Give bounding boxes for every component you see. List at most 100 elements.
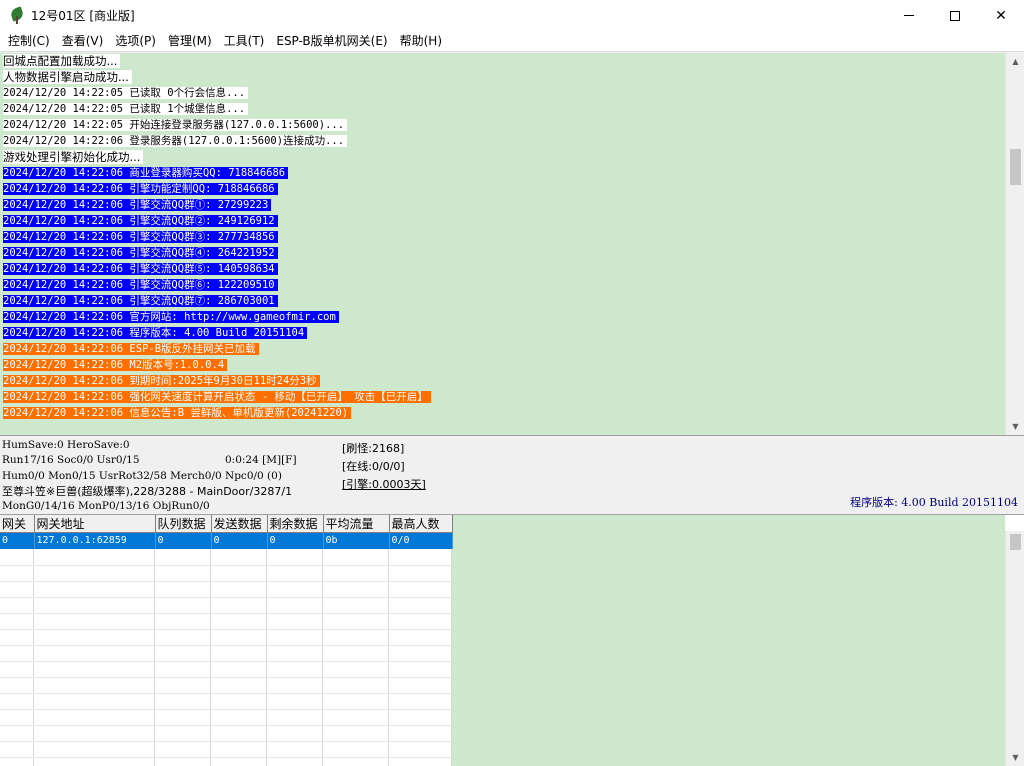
log-line-text: 2024/12/20 14:22:06 引擎功能定制QQ: 718846686: [3, 183, 278, 195]
log-line: 游戏处理引擎初始化成功...: [0, 149, 1005, 165]
col-header-sent[interactable]: 发送数据: [211, 515, 268, 533]
log-line: 2024/12/20 14:22:06 到期时间:2025年9月30日11时24…: [0, 373, 1005, 389]
grid-row-line: [0, 613, 452, 614]
maximize-button[interactable]: [932, 0, 978, 31]
grid-row-line: [0, 741, 452, 742]
col-header-max-users[interactable]: 最高人数: [389, 515, 453, 533]
log-line-text: 2024/12/20 14:22:06 引擎交流QQ群⑦: 286703001: [3, 295, 278, 307]
tree-leaf-icon: [9, 5, 25, 24]
gateway-grid[interactable]: 网关 网关地址 队列数据 发送数据 剩余数据 平均流量 最高人数 0 127.0…: [0, 515, 1005, 766]
scroll-down-icon[interactable]: ▼: [1006, 749, 1024, 766]
status-save: HumSave:0 HeroSave:0: [2, 439, 130, 451]
log-line: 2024/12/20 14:22:06 官方网站: http://www.gam…: [0, 309, 1005, 325]
menu-options[interactable]: 选项(P): [109, 31, 162, 51]
log-line-text: 2024/12/20 14:22:06 官方网站: http://www.gam…: [3, 311, 339, 323]
grid-row-line: [0, 661, 452, 662]
menu-help[interactable]: 帮助(H): [394, 31, 448, 51]
close-icon: ✕: [995, 7, 1007, 24]
log-line-text: 2024/12/20 14:22:06 引擎交流QQ群⑤: 140598634: [3, 263, 278, 275]
minimize-icon: [904, 15, 914, 16]
log-pane[interactable]: 回城点配置加载成功... 人物数据引擎启动成功... 2024/12/20 14:2…: [0, 53, 1005, 435]
log-line: 2024/12/20 14:22:06 引擎交流QQ群③: 277734856: [0, 229, 1005, 245]
menu-manage[interactable]: 管理(M): [162, 31, 218, 51]
grid-row-line: [0, 645, 452, 646]
grid-row-line: [0, 629, 452, 630]
maximize-icon: [950, 10, 960, 21]
grid-row-line: [0, 677, 452, 678]
log-scroll-thumb[interactable]: [1010, 149, 1021, 185]
log-line: 2024/12/20 14:22:06 强化网关速度计算开启状态 - 移动【已开…: [0, 389, 1005, 405]
log-line: 2024/12/20 14:22:06 引擎交流QQ群①: 27299223: [0, 197, 1005, 213]
log-line-text: 2024/12/20 14:22:05 已读取 0个行会信息...: [3, 87, 249, 99]
log-line-text: 2024/12/20 14:22:06 强化网关速度计算开启状态 - 移动【已开…: [3, 391, 431, 403]
status-monsters: MonG0/14/16 MonP0/13/16 ObjRun0/0: [2, 500, 210, 512]
grid-row-line: [0, 565, 452, 566]
log-line-text: 2024/12/20 14:22:06 引擎交流QQ群①: 27299223: [3, 199, 272, 211]
log-line-text: 回城点配置加载成功...: [3, 54, 121, 68]
col-header-avg-traffic[interactable]: 平均流量: [323, 515, 390, 533]
log-line: 2024/12/20 14:22:06 引擎交流QQ群④: 264221952: [0, 245, 1005, 261]
log-line-text: 2024/12/20 14:22:06 引擎交流QQ群⑥: 122209510: [3, 279, 278, 291]
scroll-up-icon[interactable]: ▲: [1006, 53, 1024, 70]
log-line: 2024/12/20 14:22:06 登录服务器(127.0.0.1:5600…: [0, 133, 1005, 149]
menu-view[interactable]: 查看(V): [56, 31, 110, 51]
log-line-text: 人物数据引擎启动成功...: [3, 70, 132, 84]
status-refresh-monsters: [刷怪:2168]: [342, 442, 405, 455]
cell-sent: 0: [211, 532, 268, 549]
status-online: [在线:0/0/0]: [342, 460, 405, 473]
minimize-button[interactable]: [886, 0, 932, 31]
menu-esp-gateway[interactable]: ESP-B版单机网关(E): [270, 31, 393, 51]
log-line: 人物数据引擎启动成功...: [0, 69, 1005, 85]
log-line: 回城点配置加载成功...: [0, 53, 1005, 69]
log-line: 2024/12/20 14:22:06 商业登录器购买QQ: 718846686: [0, 165, 1005, 181]
log-line: 2024/12/20 14:22:06 引擎功能定制QQ: 718846686: [0, 181, 1005, 197]
log-line: 2024/12/20 14:22:05 开始连接登录服务器(127.0.0.1:…: [0, 117, 1005, 133]
window-title: 12号01区 [商业版]: [31, 9, 135, 23]
cell-queue: 0: [155, 532, 212, 549]
col-header-remaining[interactable]: 剩余数据: [267, 515, 324, 533]
log-line-text: 2024/12/20 14:22:06 信息公告:B 尝鲜版、单机版更新(202…: [3, 407, 352, 419]
status-counters: Hum0/0 Mon0/15 UsrRot32/58 Merch0/0 Npc0…: [2, 470, 282, 482]
status-pane: HumSave:0 HeroSave:0 Run17/16 Soc0/0 Usr…: [0, 435, 1024, 515]
cell-max-users: 0/0: [389, 532, 453, 549]
grid-row-line: [0, 581, 452, 582]
status-engine[interactable]: [引擎:0.0003天]: [342, 477, 426, 492]
grid-row-line: [0, 725, 452, 726]
scroll-down-icon[interactable]: ▼: [1006, 418, 1024, 435]
log-line: 2024/12/20 14:22:06 信息公告:B 尝鲜版、单机版更新(202…: [0, 405, 1005, 421]
gateway-table: 网关 网关地址 队列数据 发送数据 剩余数据 平均流量 最高人数 0 127.0…: [0, 515, 453, 549]
log-line: 2024/12/20 14:22:06 引擎交流QQ群②: 249126912: [0, 213, 1005, 229]
log-line-text: 游戏处理引擎初始化成功...: [3, 150, 144, 164]
log-line-text: 2024/12/20 14:22:06 ESP-B版反外挂网关已加载: [3, 343, 259, 355]
log-line: 2024/12/20 14:22:06 引擎交流QQ群⑦: 286703001: [0, 293, 1005, 309]
grid-scrollbar[interactable]: ▲ ▼: [1005, 531, 1024, 766]
log-scrollbar[interactable]: ▲ ▼: [1005, 53, 1024, 435]
cell-address: 127.0.0.1:62859: [34, 532, 156, 549]
col-header-queue[interactable]: 队列数据: [155, 515, 212, 533]
title-bar[interactable]: 12号01区 [商业版] ✕: [0, 0, 1024, 31]
log-line-text: 2024/12/20 14:22:06 到期时间:2025年9月30日11时24…: [3, 375, 320, 387]
version-label: 程序版本: 4.00 Build 20151104: [850, 496, 1018, 509]
grid-row-line: [0, 597, 452, 598]
log-line-text: 2024/12/20 14:22:06 引擎交流QQ群②: 249126912: [3, 215, 278, 227]
log-line-text: 2024/12/20 14:22:06 程序版本: 4.00 Build 201…: [3, 327, 308, 339]
cell-avg-traffic: 0b: [323, 532, 390, 549]
cell-gateway: 0: [0, 532, 35, 549]
grid-row-line: [0, 757, 452, 758]
close-button[interactable]: ✕: [978, 0, 1024, 31]
log-line: 2024/12/20 14:22:05 已读取 0个行会信息...: [0, 85, 1005, 101]
table-row[interactable]: 0 127.0.0.1:62859 0 0 0 0b 0/0: [0, 532, 453, 549]
log-line: 2024/12/20 14:22:06 ESP-B版反外挂网关已加载: [0, 341, 1005, 357]
status-run: Run17/16 Soc0/0 Usr0/15: [2, 454, 140, 466]
log-line-text: 2024/12/20 14:22:06 引擎交流QQ群④: 264221952: [3, 247, 278, 259]
menu-control[interactable]: 控制(C): [2, 31, 56, 51]
menu-tools[interactable]: 工具(T): [218, 31, 271, 51]
log-line: 2024/12/20 14:22:05 已读取 1个城堡信息...: [0, 101, 1005, 117]
col-header-address[interactable]: 网关地址: [34, 515, 156, 533]
grid-empty-area: [0, 549, 452, 766]
log-line: 2024/12/20 14:22:06 引擎交流QQ群⑤: 140598634: [0, 261, 1005, 277]
col-header-gateway[interactable]: 网关: [0, 515, 35, 533]
grid-scroll-thumb[interactable]: [1010, 534, 1021, 550]
log-line-text: 2024/12/20 14:22:06 引擎交流QQ群③: 277734856: [3, 231, 278, 243]
menu-bar: 控制(C) 查看(V) 选项(P) 管理(M) 工具(T) ESP-B版单机网关…: [0, 31, 1024, 51]
